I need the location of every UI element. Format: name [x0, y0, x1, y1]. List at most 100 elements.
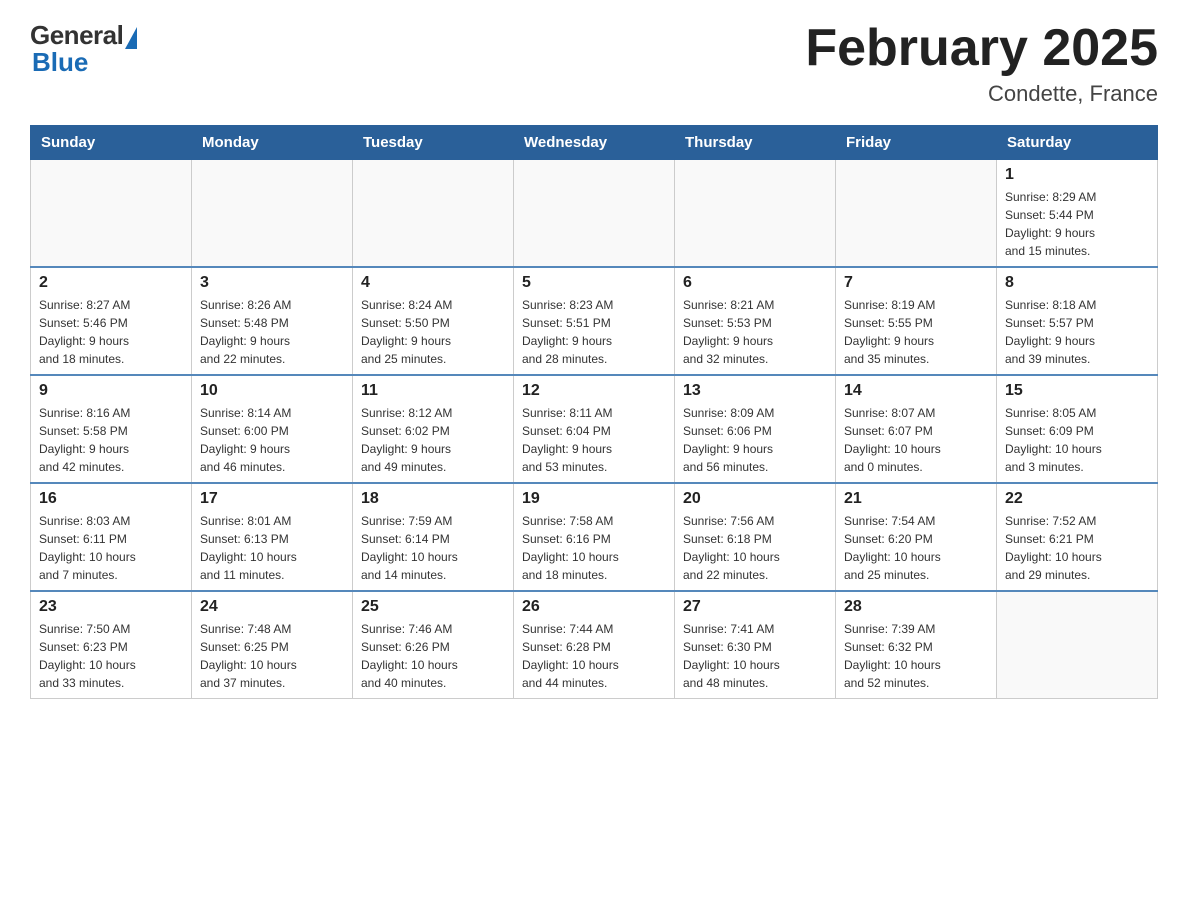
day-number: 11 [361, 382, 505, 400]
day-info: Sunrise: 8:23 AMSunset: 5:51 PMDaylight:… [522, 296, 666, 368]
day-info: Sunrise: 8:19 AMSunset: 5:55 PMDaylight:… [844, 296, 988, 368]
day-number: 12 [522, 382, 666, 400]
day-number: 2 [39, 274, 183, 292]
day-number: 4 [361, 274, 505, 292]
calendar-day-cell: 16 Sunrise: 8:03 AMSunset: 6:11 PMDayligh… [31, 483, 192, 591]
day-number: 14 [844, 382, 988, 400]
day-info: Sunrise: 7:52 AMSunset: 6:21 PMDaylight:… [1005, 512, 1149, 584]
calendar-day-cell: 8 Sunrise: 8:18 AMSunset: 5:57 PMDaylight… [997, 267, 1158, 375]
day-number: 27 [683, 598, 827, 616]
day-number: 21 [844, 490, 988, 508]
day-info: Sunrise: 8:29 AMSunset: 5:44 PMDaylight:… [1005, 188, 1149, 260]
calendar-day-cell: 21 Sunrise: 7:54 AMSunset: 6:20 PMDayligh… [836, 483, 997, 591]
day-info: Sunrise: 7:58 AMSunset: 6:16 PMDaylight:… [522, 512, 666, 584]
calendar-day-cell: 24 Sunrise: 7:48 AMSunset: 6:25 PMDayligh… [192, 591, 353, 699]
day-number: 18 [361, 490, 505, 508]
day-number: 26 [522, 598, 666, 616]
day-number: 24 [200, 598, 344, 616]
calendar-week-row: 1Sunrise: 8:29 AMSunset: 5:44 PMDaylight… [31, 160, 1158, 268]
day-number: 23 [39, 598, 183, 616]
day-info: Sunrise: 7:41 AMSunset: 6:30 PMDaylight:… [683, 620, 827, 692]
day-number: 22 [1005, 490, 1149, 508]
day-number: 17 [200, 490, 344, 508]
day-number: 16 [39, 490, 183, 508]
calendar-day-cell: 12 Sunrise: 8:11 AMSunset: 6:04 PMDayligh… [514, 375, 675, 483]
calendar-day-cell: 14 Sunrise: 8:07 AMSunset: 6:07 PMDayligh… [836, 375, 997, 483]
calendar-day-cell [353, 160, 514, 268]
calendar-day-cell: 22 Sunrise: 7:52 AMSunset: 6:21 PMDayligh… [997, 483, 1158, 591]
day-info: Sunrise: 7:54 AMSunset: 6:20 PMDaylight:… [844, 512, 988, 584]
calendar-day-cell: 18 Sunrise: 7:59 AMSunset: 6:14 PMDayligh… [353, 483, 514, 591]
day-info: Sunrise: 8:27 AMSunset: 5:46 PMDaylight:… [39, 296, 183, 368]
day-info: Sunrise: 8:09 AMSunset: 6:06 PMDaylight:… [683, 404, 827, 476]
day-info: Sunrise: 8:12 AMSunset: 6:02 PMDaylight:… [361, 404, 505, 476]
day-number: 8 [1005, 274, 1149, 292]
calendar-header-row: SundayMondayTuesdayWednesdayThursdayFrid… [31, 126, 1158, 160]
calendar-day-cell: 28 Sunrise: 7:39 AMSunset: 6:32 PMDayligh… [836, 591, 997, 699]
day-info: Sunrise: 8:11 AMSunset: 6:04 PMDaylight:… [522, 404, 666, 476]
calendar-day-cell: 7 Sunrise: 8:19 AMSunset: 5:55 PMDaylight… [836, 267, 997, 375]
calendar-day-cell [675, 160, 836, 268]
day-number: 15 [1005, 382, 1149, 400]
day-info: Sunrise: 8:05 AMSunset: 6:09 PMDaylight:… [1005, 404, 1149, 476]
logo-triangle-icon [125, 27, 137, 49]
calendar-day-cell: 10 Sunrise: 8:14 AMSunset: 6:00 PMDayligh… [192, 375, 353, 483]
day-info: Sunrise: 8:21 AMSunset: 5:53 PMDaylight:… [683, 296, 827, 368]
day-info: Sunrise: 8:03 AMSunset: 6:11 PMDaylight:… [39, 512, 183, 584]
calendar-day-cell [192, 160, 353, 268]
logo-blue-text: Blue [32, 47, 88, 78]
day-number: 7 [844, 274, 988, 292]
day-number: 13 [683, 382, 827, 400]
calendar-day-header: Tuesday [353, 126, 514, 160]
day-info: Sunrise: 8:16 AMSunset: 5:58 PMDaylight:… [39, 404, 183, 476]
page-header: General Blue February 2025 Condette, Fra… [30, 20, 1158, 107]
page-title: February 2025 [805, 20, 1158, 77]
calendar-table: SundayMondayTuesdayWednesdayThursdayFrid… [30, 125, 1158, 699]
day-number: 28 [844, 598, 988, 616]
day-info: Sunrise: 8:26 AMSunset: 5:48 PMDaylight:… [200, 296, 344, 368]
calendar-day-cell: 9Sunrise: 8:16 AMSunset: 5:58 PMDaylight… [31, 375, 192, 483]
day-number: 6 [683, 274, 827, 292]
calendar-day-cell [514, 160, 675, 268]
day-number: 20 [683, 490, 827, 508]
day-number: 5 [522, 274, 666, 292]
day-info: Sunrise: 7:56 AMSunset: 6:18 PMDaylight:… [683, 512, 827, 584]
day-info: Sunrise: 7:59 AMSunset: 6:14 PMDaylight:… [361, 512, 505, 584]
calendar-day-header: Friday [836, 126, 997, 160]
calendar-day-header: Thursday [675, 126, 836, 160]
day-number: 19 [522, 490, 666, 508]
page-subtitle: Condette, France [805, 81, 1158, 107]
calendar-week-row: 9Sunrise: 8:16 AMSunset: 5:58 PMDaylight… [31, 375, 1158, 483]
calendar-day-cell: 27 Sunrise: 7:41 AMSunset: 6:30 PMDayligh… [675, 591, 836, 699]
calendar-day-cell: 25Sunrise: 7:46 AMSunset: 6:26 PMDayligh… [353, 591, 514, 699]
calendar-day-header: Sunday [31, 126, 192, 160]
calendar-week-row: 16 Sunrise: 8:03 AMSunset: 6:11 PMDayligh… [31, 483, 1158, 591]
logo: General Blue [30, 20, 137, 78]
calendar-day-cell: 26Sunrise: 7:44 AMSunset: 6:28 PMDayligh… [514, 591, 675, 699]
calendar-day-cell: 5 Sunrise: 8:23 AMSunset: 5:51 PMDaylight… [514, 267, 675, 375]
calendar-day-cell [31, 160, 192, 268]
day-number: 3 [200, 274, 344, 292]
day-info: Sunrise: 8:18 AMSunset: 5:57 PMDaylight:… [1005, 296, 1149, 368]
calendar-day-header: Wednesday [514, 126, 675, 160]
calendar-day-cell [997, 591, 1158, 699]
calendar-day-cell: 20 Sunrise: 7:56 AMSunset: 6:18 PMDayligh… [675, 483, 836, 591]
calendar-day-cell: 13 Sunrise: 8:09 AMSunset: 6:06 PMDayligh… [675, 375, 836, 483]
calendar-day-header: Saturday [997, 126, 1158, 160]
calendar-day-cell: 6 Sunrise: 8:21 AMSunset: 5:53 PMDaylight… [675, 267, 836, 375]
day-number: 10 [200, 382, 344, 400]
day-info: Sunrise: 8:07 AMSunset: 6:07 PMDaylight:… [844, 404, 988, 476]
calendar-day-cell: 23 Sunrise: 7:50 AMSunset: 6:23 PMDayligh… [31, 591, 192, 699]
calendar-day-cell: 17Sunrise: 8:01 AMSunset: 6:13 PMDayligh… [192, 483, 353, 591]
day-info: Sunrise: 7:48 AMSunset: 6:25 PMDaylight:… [200, 620, 344, 692]
day-info: Sunrise: 8:14 AMSunset: 6:00 PMDaylight:… [200, 404, 344, 476]
calendar-day-cell: 11 Sunrise: 8:12 AMSunset: 6:02 PMDayligh… [353, 375, 514, 483]
day-info: Sunrise: 7:50 AMSunset: 6:23 PMDaylight:… [39, 620, 183, 692]
day-number: 25 [361, 598, 505, 616]
calendar-day-cell: 19 Sunrise: 7:58 AMSunset: 6:16 PMDayligh… [514, 483, 675, 591]
calendar-week-row: 2 Sunrise: 8:27 AMSunset: 5:46 PMDaylight… [31, 267, 1158, 375]
calendar-week-row: 23 Sunrise: 7:50 AMSunset: 6:23 PMDayligh… [31, 591, 1158, 699]
day-info: Sunrise: 7:39 AMSunset: 6:32 PMDaylight:… [844, 620, 988, 692]
calendar-day-cell [836, 160, 997, 268]
title-block: February 2025 Condette, France [805, 20, 1158, 107]
